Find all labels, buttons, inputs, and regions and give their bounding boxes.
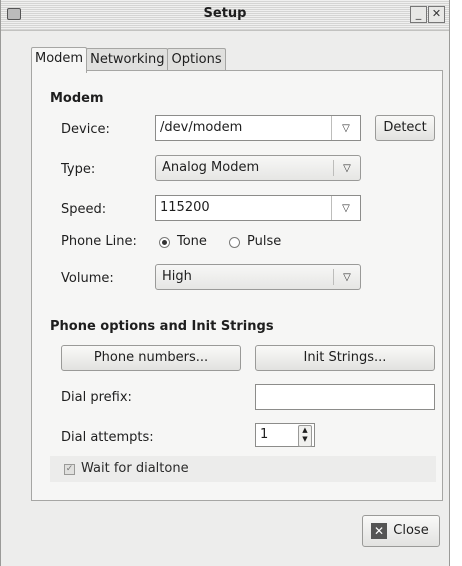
chevron-down-icon: ▽ (343, 162, 351, 174)
chevron-down-icon[interactable]: ▽ (331, 196, 360, 220)
detect-button[interactable]: Detect (375, 115, 435, 141)
minimize-icon[interactable]: _ (410, 6, 427, 23)
close-button-label: Close (393, 523, 429, 538)
device-combo[interactable]: /dev/modem ▽ (155, 115, 361, 141)
setup-window: Setup _ ✕ Modem Networking Options Modem… (0, 0, 450, 566)
type-select[interactable]: Analog Modem ▽ (155, 155, 361, 181)
init-strings-button[interactable]: Init Strings... (255, 345, 435, 371)
dial-prefix-label: Dial prefix: (61, 390, 132, 405)
phone-line-label: Phone Line: (61, 234, 137, 249)
device-value: /dev/modem (160, 120, 243, 135)
chevron-down-icon[interactable]: ▽ (331, 116, 360, 140)
tab-bar: Modem Networking Options (31, 47, 226, 73)
close-button[interactable]: ✕ Close (362, 515, 440, 547)
tab-networking[interactable]: Networking (86, 48, 169, 72)
tab-modem[interactable]: Modem (31, 47, 88, 73)
tone-label: Tone (177, 234, 207, 249)
volume-value: High (162, 269, 192, 284)
modem-heading: Modem (50, 91, 104, 106)
phone-options-heading: Phone options and Init Strings (50, 319, 274, 334)
wait-dialtone-checkbox[interactable]: ✓ (64, 464, 75, 475)
chevron-down-icon: ▽ (343, 271, 351, 283)
pulse-label: Pulse (247, 234, 282, 249)
type-value: Analog Modem (162, 160, 260, 175)
close-icon[interactable]: ✕ (428, 6, 445, 23)
dial-attempts-spinner[interactable]: 1 ▲ ▼ (255, 423, 315, 447)
speed-label: Speed: (61, 202, 107, 217)
close-x-icon: ✕ (371, 523, 387, 539)
speed-value: 115200 (160, 200, 210, 215)
tab-options[interactable]: Options (167, 48, 226, 72)
tone-radio[interactable] (159, 237, 170, 248)
title-bar[interactable]: Setup _ ✕ (1, 0, 449, 31)
device-label: Device: (61, 122, 110, 137)
volume-label: Volume: (61, 271, 114, 286)
dial-attempts-label: Dial attempts: (61, 430, 154, 445)
spin-arrows-icon[interactable]: ▲ ▼ (298, 425, 312, 447)
wait-dialtone-label: Wait for dialtone (81, 461, 189, 476)
type-label: Type: (61, 162, 96, 177)
phone-numbers-button[interactable]: Phone numbers... (61, 345, 241, 371)
dial-prefix-input[interactable] (255, 384, 435, 410)
speed-combo[interactable]: 115200 ▽ (155, 195, 361, 221)
dial-attempts-value: 1 (260, 427, 269, 442)
window-title: Setup (203, 6, 247, 21)
pulse-radio[interactable] (229, 237, 240, 248)
volume-select[interactable]: High ▽ (155, 264, 361, 290)
